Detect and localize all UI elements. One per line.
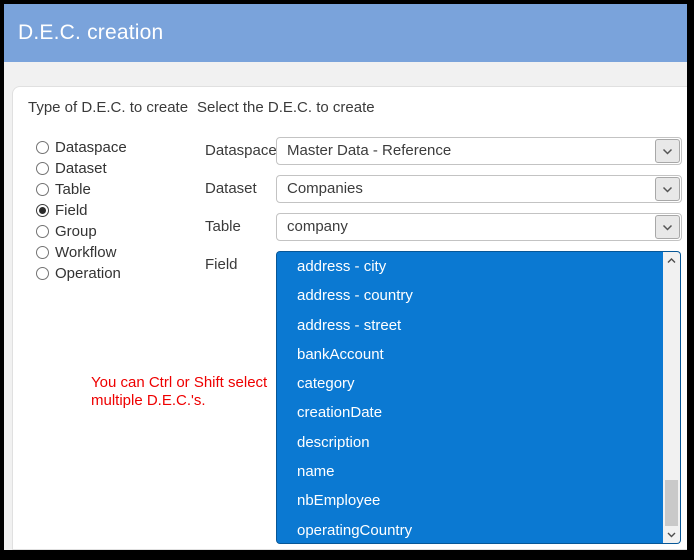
dialog-title: D.E.C. creation: [18, 21, 164, 44]
hint-line-2: multiple D.E.C.'s.: [91, 392, 206, 409]
scroll-down-button[interactable]: [663, 526, 680, 543]
radio-option-table[interactable]: Table: [36, 179, 127, 200]
list-scrollbar[interactable]: [663, 252, 680, 543]
dataspace-label: Dataspace: [205, 142, 277, 159]
field-multiselect-list[interactable]: address - city address - country address…: [276, 251, 681, 544]
list-item[interactable]: description: [277, 427, 663, 458]
scroll-up-button[interactable]: [663, 252, 680, 269]
dropdown-button[interactable]: [655, 139, 680, 163]
radio-option-dataset[interactable]: Dataset: [36, 158, 127, 179]
field-label: Field: [205, 256, 238, 273]
radio-label: Operation: [55, 265, 121, 282]
list-item[interactable]: address - street: [277, 310, 663, 340]
radio-circle-icon: [36, 162, 49, 175]
content-panel: Type of D.E.C. to create Dataspace Datas…: [12, 86, 687, 550]
radio-option-operation[interactable]: Operation: [36, 263, 127, 284]
list-item[interactable]: bankAccount: [277, 339, 663, 370]
radio-circle-icon: [36, 225, 49, 238]
table-select-value: company: [287, 218, 348, 235]
radio-option-workflow[interactable]: Workflow: [36, 242, 127, 263]
list-item[interactable]: category: [277, 369, 663, 399]
dataset-select-value: Companies: [287, 180, 363, 197]
list-item[interactable]: address - country: [277, 281, 663, 311]
radio-circle-icon: [36, 267, 49, 280]
radio-circle-checked-icon: [36, 204, 49, 217]
list-item[interactable]: address - city: [277, 252, 663, 282]
radio-label: Dataset: [55, 160, 107, 177]
chevron-down-icon: [662, 224, 673, 231]
radio-circle-icon: [36, 141, 49, 154]
dropdown-button[interactable]: [655, 215, 680, 239]
radio-option-field[interactable]: Field: [36, 200, 127, 221]
dec-type-radio-group: Dataspace Dataset Table Field Group Work…: [36, 137, 127, 284]
dataset-label: Dataset: [205, 180, 257, 197]
dataspace-select[interactable]: Master Data - Reference: [276, 137, 682, 165]
chevron-up-icon: [667, 257, 676, 263]
radio-option-group[interactable]: Group: [36, 221, 127, 242]
multi-select-hint: You can Ctrl or Shift select multiple D.…: [91, 374, 267, 410]
list-item[interactable]: nbEmployee: [277, 486, 663, 516]
radio-circle-icon: [36, 246, 49, 259]
radio-label: Workflow: [55, 244, 117, 261]
radio-label: Field: [55, 202, 88, 219]
select-dec-heading: Select the D.E.C. to create: [197, 99, 375, 116]
chevron-down-icon: [667, 532, 676, 537]
dialog-titlebar: D.E.C. creation: [4, 4, 687, 62]
list-item[interactable]: name: [277, 457, 663, 487]
dropdown-button[interactable]: [655, 177, 680, 201]
type-of-dec-heading: Type of D.E.C. to create: [28, 99, 189, 116]
chevron-down-icon: [662, 148, 673, 155]
radio-option-dataspace[interactable]: Dataspace: [36, 137, 127, 158]
screenshot-frame: D.E.C. creation Type of D.E.C. to create…: [0, 0, 694, 560]
dataset-select[interactable]: Companies: [276, 175, 682, 203]
dataspace-select-value: Master Data - Reference: [287, 142, 452, 159]
chevron-down-icon: [662, 186, 673, 193]
field-list-items: address - city address - country address…: [277, 252, 663, 543]
hint-line-1: You can Ctrl or Shift select: [91, 374, 268, 391]
list-item[interactable]: operatingCountry: [277, 515, 663, 543]
radio-label: Dataspace: [55, 139, 127, 156]
list-item[interactable]: creationDate: [277, 398, 663, 428]
scrollbar-thumb[interactable]: [665, 480, 678, 526]
dec-creation-dialog: D.E.C. creation Type of D.E.C. to create…: [4, 4, 687, 550]
table-select[interactable]: company: [276, 213, 682, 241]
radio-circle-icon: [36, 183, 49, 196]
radio-label: Group: [55, 223, 97, 240]
radio-label: Table: [55, 181, 91, 198]
table-label: Table: [205, 218, 241, 235]
